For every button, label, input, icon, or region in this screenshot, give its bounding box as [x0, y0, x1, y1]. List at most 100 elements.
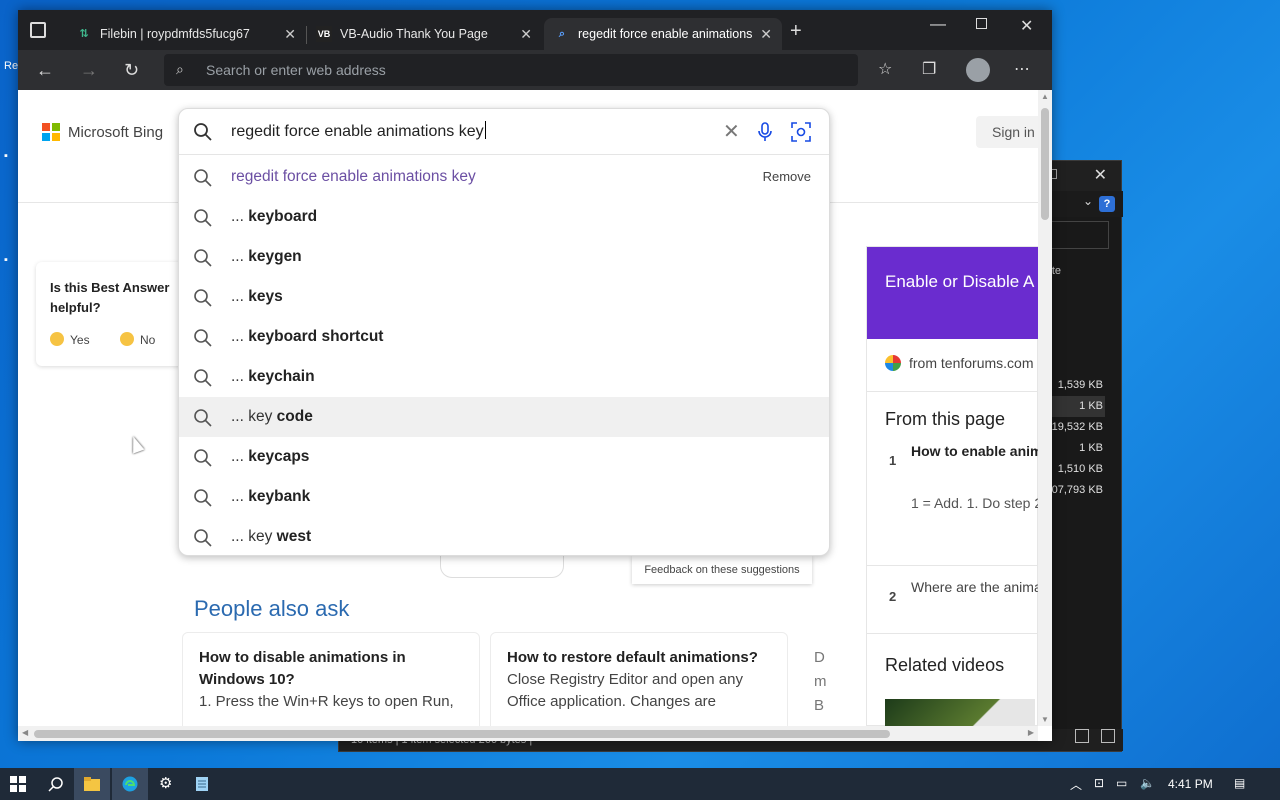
- forward-icon[interactable]: →: [80, 60, 98, 80]
- scroll-left-icon[interactable]: ◀: [22, 728, 28, 737]
- microphone-icon[interactable]: [757, 122, 773, 142]
- bing-logo[interactable]: Microsoft Bing: [42, 123, 163, 141]
- tab-title: regedit force enable animations: [578, 27, 753, 41]
- desktop-icon-stub[interactable]: ▪: [4, 254, 18, 268]
- scroll-right-icon[interactable]: ▶: [1028, 728, 1034, 737]
- search-suggestion[interactable]: ... key west: [179, 517, 829, 557]
- scroll-thumb[interactable]: [34, 730, 890, 738]
- search-suggestion[interactable]: ... keycaps: [179, 437, 829, 477]
- favorites-icon[interactable]: ☆: [878, 59, 892, 79]
- visual-search-icon[interactable]: [791, 122, 811, 142]
- avatar[interactable]: [966, 58, 990, 82]
- edge-browser-window: ⇅ Filebin | roypdmfds5fucg67 ✕ VB VB-Aud…: [18, 10, 1052, 741]
- edge-taskbar-button[interactable]: [112, 768, 148, 800]
- back-icon[interactable]: ←: [36, 60, 54, 80]
- yes-button[interactable]: Yes: [50, 332, 90, 347]
- address-bar[interactable]: ⌕ Search or enter web address: [164, 54, 858, 86]
- search-box-dropdown: regedit force enable animations key ✕ re…: [178, 108, 830, 556]
- network-icon[interactable]: ▭: [1116, 776, 1127, 790]
- minimize-icon[interactable]: —: [930, 16, 946, 34]
- horizontal-scrollbar[interactable]: ◀ ▶: [18, 726, 1038, 741]
- new-tab-button[interactable]: +: [790, 21, 802, 41]
- search-suggestion[interactable]: ... keybank: [179, 477, 829, 517]
- paa-card[interactable]: How to disable animations in Windows 10?…: [182, 632, 480, 726]
- more-options-icon[interactable]: ⋯: [1014, 59, 1030, 79]
- column-header[interactable]: te: [1052, 265, 1061, 277]
- maximize-icon[interactable]: [976, 18, 987, 29]
- tab-vb-audio[interactable]: VB VB-Audio Thank You Page ✕: [306, 18, 542, 50]
- scroll-thumb[interactable]: [1041, 108, 1049, 220]
- desktop-icon-stub[interactable]: Re: [4, 60, 18, 74]
- collections-icon[interactable]: ❐: [922, 59, 936, 79]
- search-suggestion[interactable]: ... keyboard shortcut: [179, 317, 829, 357]
- address-placeholder: Search or enter web address: [206, 62, 386, 78]
- close-icon[interactable]: ✕: [756, 18, 772, 50]
- paa-card[interactable]: How to restore default animations? Close…: [490, 632, 788, 726]
- help-icon[interactable]: ?: [1099, 196, 1115, 212]
- suggestion-highlight: keyboard: [248, 208, 318, 225]
- search-icon: [194, 169, 212, 187]
- source-link[interactable]: from tenforums.com: [885, 355, 1033, 371]
- notification-icon[interactable]: ▤: [1234, 776, 1245, 790]
- remove-history-button[interactable]: Remove: [763, 157, 811, 197]
- paa-card-partial[interactable]: D m B: [814, 646, 834, 718]
- device-icon[interactable]: ⊡: [1094, 776, 1104, 790]
- settings-taskbar-button[interactable]: ⚙: [149, 768, 185, 800]
- vertical-scrollbar[interactable]: ▲ ▼: [1038, 90, 1052, 726]
- edge-icon: [122, 776, 138, 792]
- sign-in-button[interactable]: Sign in: [976, 116, 1038, 148]
- scroll-up-icon[interactable]: ▲: [1041, 92, 1049, 101]
- smile-icon: [50, 332, 64, 346]
- gear-icon: ⚙: [159, 775, 173, 792]
- chevron-down-icon[interactable]: ⌄: [1083, 194, 1093, 208]
- tab-pill[interactable]: [440, 556, 564, 578]
- view-buttons: [1067, 729, 1115, 748]
- search-icon: [194, 449, 212, 467]
- search-suggestion[interactable]: ... key code: [179, 397, 829, 437]
- suggestion-highlight: keycaps: [248, 448, 310, 465]
- page-item-title[interactable]: Where are the anima Windows 10?: [911, 577, 1038, 597]
- search-input[interactable]: regedit force enable animations key: [231, 109, 486, 155]
- no-button[interactable]: No: [120, 332, 155, 347]
- history-suggestion[interactable]: regedit force enable animations key Remov…: [179, 157, 829, 197]
- clear-icon[interactable]: ✕: [723, 119, 740, 144]
- details-view-icon[interactable]: [1074, 729, 1089, 743]
- right-pane: Enable or Disable A the Taskbar in Win f…: [866, 246, 1038, 726]
- search-suggestion[interactable]: ... keygen: [179, 237, 829, 277]
- paa-question: How to restore default animations?: [507, 649, 758, 666]
- close-window-icon[interactable]: ✕: [1020, 16, 1033, 36]
- tab-bing-search[interactable]: ⌕ regedit force enable animations ✕: [544, 18, 782, 50]
- close-icon[interactable]: ✕: [284, 18, 296, 50]
- scroll-down-icon[interactable]: ▼: [1041, 715, 1049, 724]
- close-icon[interactable]: ✕: [1094, 165, 1107, 185]
- feedback-suggestions-link[interactable]: Feedback on these suggestions: [632, 556, 812, 584]
- notepad-taskbar-button[interactable]: [184, 768, 220, 800]
- notepad-icon: [196, 777, 208, 791]
- suggestion-highlight: keybank: [248, 488, 311, 505]
- volume-icon[interactable]: 🔈: [1140, 776, 1155, 790]
- chevron-up-icon[interactable]: ︿: [1070, 776, 1082, 793]
- page-item-title[interactable]: How to enable anim taskbar?: [911, 441, 1038, 461]
- start-button[interactable]: [0, 768, 36, 800]
- search-suggestion[interactable]: ... keyboard: [179, 197, 829, 237]
- windows-logo-icon: [10, 776, 26, 792]
- search-icon[interactable]: [193, 122, 213, 142]
- search-icon: [48, 777, 63, 792]
- divider: [867, 565, 1038, 566]
- source-label: from tenforums.com: [909, 355, 1034, 371]
- tiles-view-icon[interactable]: [1101, 729, 1115, 743]
- clock[interactable]: 4:41 PM: [1168, 768, 1213, 800]
- desktop-icon-stub[interactable]: ▪: [4, 150, 18, 164]
- filebin-icon: ⇅: [79, 28, 89, 40]
- search-taskbar-button[interactable]: [38, 768, 74, 800]
- close-icon[interactable]: ✕: [520, 18, 532, 50]
- answer-banner[interactable]: Enable or Disable A the Taskbar in Win: [867, 247, 1038, 339]
- search-suggestion[interactable]: ... keys: [179, 277, 829, 317]
- tab-filebin[interactable]: ⇅ Filebin | roypdmfds5fucg67 ✕: [66, 18, 306, 50]
- tab-actions-icon[interactable]: [30, 22, 46, 38]
- video-thumbnail[interactable]: [885, 699, 1035, 726]
- file-explorer-taskbar-button[interactable]: [74, 768, 110, 800]
- search-suggestion[interactable]: ... keychain: [179, 357, 829, 397]
- refresh-icon[interactable]: ↻: [124, 60, 139, 80]
- bing-logo-text: Microsoft Bing: [68, 123, 164, 141]
